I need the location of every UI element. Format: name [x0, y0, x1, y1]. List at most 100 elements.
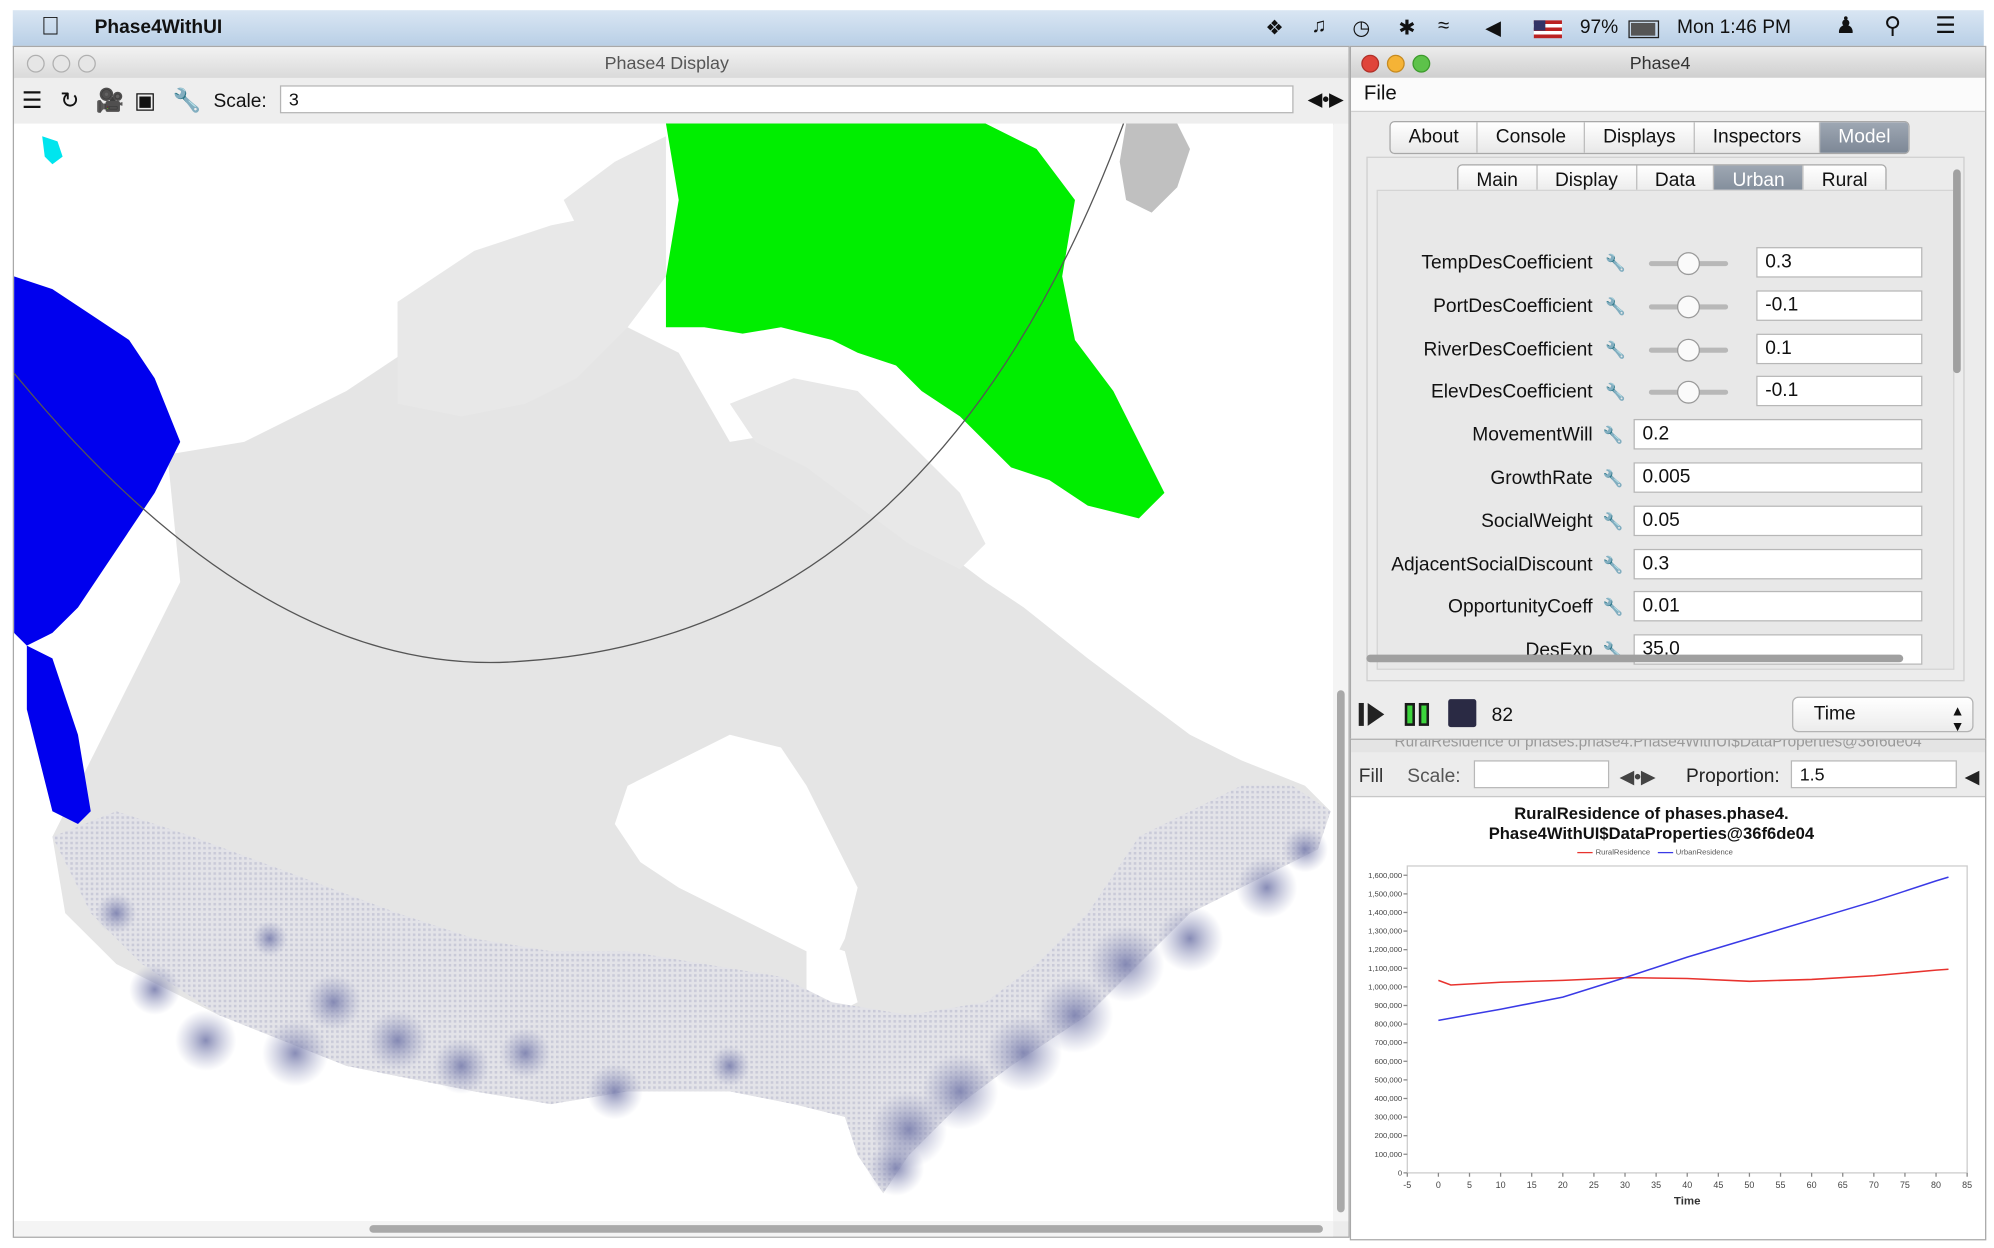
- y-tick-label: 900,000: [1375, 1001, 1403, 1010]
- param-label: ElevDesCoefficient: [1431, 381, 1593, 403]
- bluetooth-icon[interactable]: ✱: [1398, 15, 1415, 40]
- tab-about[interactable]: About: [1391, 122, 1478, 153]
- zoom-button[interactable]: [1412, 54, 1431, 73]
- zoom-button[interactable]: [77, 54, 96, 73]
- wrench-icon[interactable]: 🔧: [173, 88, 202, 115]
- scale-arrows-icon[interactable]: ◀•▶: [1308, 88, 1344, 111]
- flag-icon[interactable]: [1533, 20, 1562, 39]
- tab-displays[interactable]: Displays: [1585, 122, 1695, 153]
- x-tick-label: 60: [1807, 1180, 1817, 1190]
- proportion-input[interactable]: 1.5: [1790, 760, 1957, 789]
- menu-clock[interactable]: Mon 1:46 PM: [1677, 17, 1791, 39]
- param-value-input[interactable]: 0.05: [1633, 505, 1923, 536]
- display-titlebar[interactable]: Phase4 Display: [14, 47, 1349, 79]
- proportion-arrows-icon[interactable]: ◀: [1965, 765, 1980, 789]
- chart-window-titlebar[interactable]: RuralResidence of phases.phase4.Phase4Wi…: [1351, 739, 1986, 753]
- param-row: SocialWeight 🔧 0.05: [1378, 500, 1953, 543]
- tab-inspectors[interactable]: Inspectors: [1695, 122, 1821, 153]
- control-titlebar[interactable]: Phase4: [1351, 47, 1986, 79]
- wrench-icon[interactable]: 🔧: [1603, 598, 1624, 618]
- app-name-menu[interactable]: Phase4WithUI: [95, 17, 223, 39]
- params-horizontal-scrollbar[interactable]: [1366, 653, 1954, 663]
- minimize-button[interactable]: [1386, 54, 1405, 73]
- spotlight-icon[interactable]: ⚲: [1884, 13, 1901, 40]
- y-tick-label: 600,000: [1375, 1057, 1403, 1066]
- close-button[interactable]: [1361, 54, 1380, 73]
- chart-plot[interactable]: 0 100,000 200,000 300,000 400,000 500,000 600,…: [1351, 861, 1985, 1239]
- tab-model[interactable]: Model: [1820, 122, 1909, 153]
- param-value-input[interactable]: 0.3: [1756, 247, 1923, 278]
- time-machine-icon[interactable]: ◷: [1352, 15, 1370, 40]
- param-value-input[interactable]: 0.005: [1633, 462, 1923, 493]
- display-horizontal-scrollbar[interactable]: [14, 1221, 1334, 1237]
- pause-icon[interactable]: [1402, 699, 1433, 730]
- wrench-icon[interactable]: 🔧: [1605, 253, 1626, 273]
- x-axis-label: Time: [1674, 1196, 1701, 1208]
- param-label: RiverDesCoefficient: [1423, 338, 1593, 360]
- x-tick-label: 5: [1467, 1180, 1472, 1190]
- wrench-icon[interactable]: 🔧: [1603, 426, 1624, 446]
- display-vertical-scrollbar[interactable]: [1333, 123, 1349, 1222]
- notification-list-icon[interactable]: ☰: [1935, 13, 1956, 40]
- scale-label: Scale:: [213, 90, 267, 113]
- slider-knob[interactable]: [1676, 252, 1701, 276]
- user-icon[interactable]: ♟: [1835, 13, 1856, 40]
- stop-icon[interactable]: [1448, 699, 1477, 728]
- y-tick-label: 500,000: [1375, 1075, 1403, 1084]
- battery-icon[interactable]: [1628, 20, 1660, 39]
- params-vertical-scrollbar[interactable]: [1952, 169, 1962, 666]
- vertical-scroll-thumb[interactable]: [1336, 690, 1345, 1213]
- wrench-icon[interactable]: 🔧: [1603, 555, 1624, 575]
- close-button[interactable]: [26, 54, 45, 73]
- dropbox-icon[interactable]: ❖: [1265, 15, 1283, 40]
- chart-title: RuralResidence of phases.phase4. Phase4W…: [1351, 804, 1952, 845]
- refresh-icon[interactable]: ↻: [60, 88, 79, 115]
- time-select-value: Time: [1813, 702, 1856, 725]
- chart-scale-arrows-icon[interactable]: ◀•▶: [1619, 765, 1655, 789]
- horizontal-scroll-thumb[interactable]: [369, 1225, 1323, 1233]
- wifi-icon[interactable]: ≈: [1438, 15, 1449, 38]
- step-play-icon[interactable]: [1356, 699, 1387, 730]
- minimize-button[interactable]: [52, 54, 71, 73]
- params-scroll-thumb[interactable]: [1953, 169, 1961, 374]
- params-hscroll-thumb[interactable]: [1366, 654, 1904, 663]
- param-slider[interactable]: [1648, 295, 1729, 319]
- param-value-input[interactable]: -0.1: [1756, 376, 1923, 407]
- time-select[interactable]: Time ▲ ▼: [1792, 696, 1974, 735]
- slider-knob[interactable]: [1676, 338, 1701, 362]
- tab-console[interactable]: Console: [1478, 122, 1586, 153]
- control-menu-bar: File: [1351, 77, 1986, 113]
- snapshot-camera-icon[interactable]: ▣: [134, 88, 156, 115]
- wrench-icon[interactable]: 🔧: [1603, 469, 1624, 489]
- volume-icon[interactable]: ◀: [1485, 15, 1501, 40]
- slider-knob[interactable]: [1676, 381, 1701, 405]
- param-slider[interactable]: [1648, 381, 1729, 405]
- scale-input[interactable]: 3: [279, 85, 1294, 114]
- file-menu[interactable]: File: [1364, 83, 1397, 106]
- wrench-icon[interactable]: 🔧: [1603, 512, 1624, 532]
- slider-knob[interactable]: [1676, 295, 1701, 319]
- param-value-input[interactable]: 0.3: [1633, 548, 1923, 579]
- param-value-input[interactable]: 0.01: [1633, 591, 1923, 622]
- apple-icon[interactable]: : [41, 13, 60, 42]
- wrench-icon[interactable]: 🔧: [1605, 296, 1626, 316]
- bc-coast-region: [26, 645, 91, 824]
- fill-label[interactable]: Fill: [1359, 765, 1384, 787]
- param-value-input[interactable]: 0.2: [1633, 419, 1923, 450]
- wrench-icon[interactable]: 🔧: [1605, 340, 1626, 360]
- param-value-input[interactable]: -0.1: [1756, 290, 1923, 321]
- wrench-icon[interactable]: 🔧: [1605, 383, 1626, 403]
- movie-camera-icon[interactable]: 🎥: [96, 88, 125, 115]
- map-canvas[interactable]: [14, 123, 1334, 1222]
- y-tick-label: 100,000: [1375, 1150, 1403, 1159]
- x-tick-label: -5: [1403, 1180, 1411, 1190]
- x-tick-label: 40: [1682, 1180, 1692, 1190]
- plot-area: [1406, 865, 1968, 1174]
- bell-icon[interactable]: ♫: [1311, 15, 1326, 38]
- param-slider[interactable]: [1648, 252, 1729, 276]
- param-value-input[interactable]: 0.1: [1756, 333, 1923, 364]
- layers-icon[interactable]: ☰: [22, 88, 43, 115]
- param-slider[interactable]: [1648, 338, 1729, 362]
- display-toolbar: ☰ ↻ 🎥 ▣ 🔧 Scale: 3 ◀•▶: [14, 77, 1349, 125]
- chart-scale-input[interactable]: [1473, 760, 1610, 789]
